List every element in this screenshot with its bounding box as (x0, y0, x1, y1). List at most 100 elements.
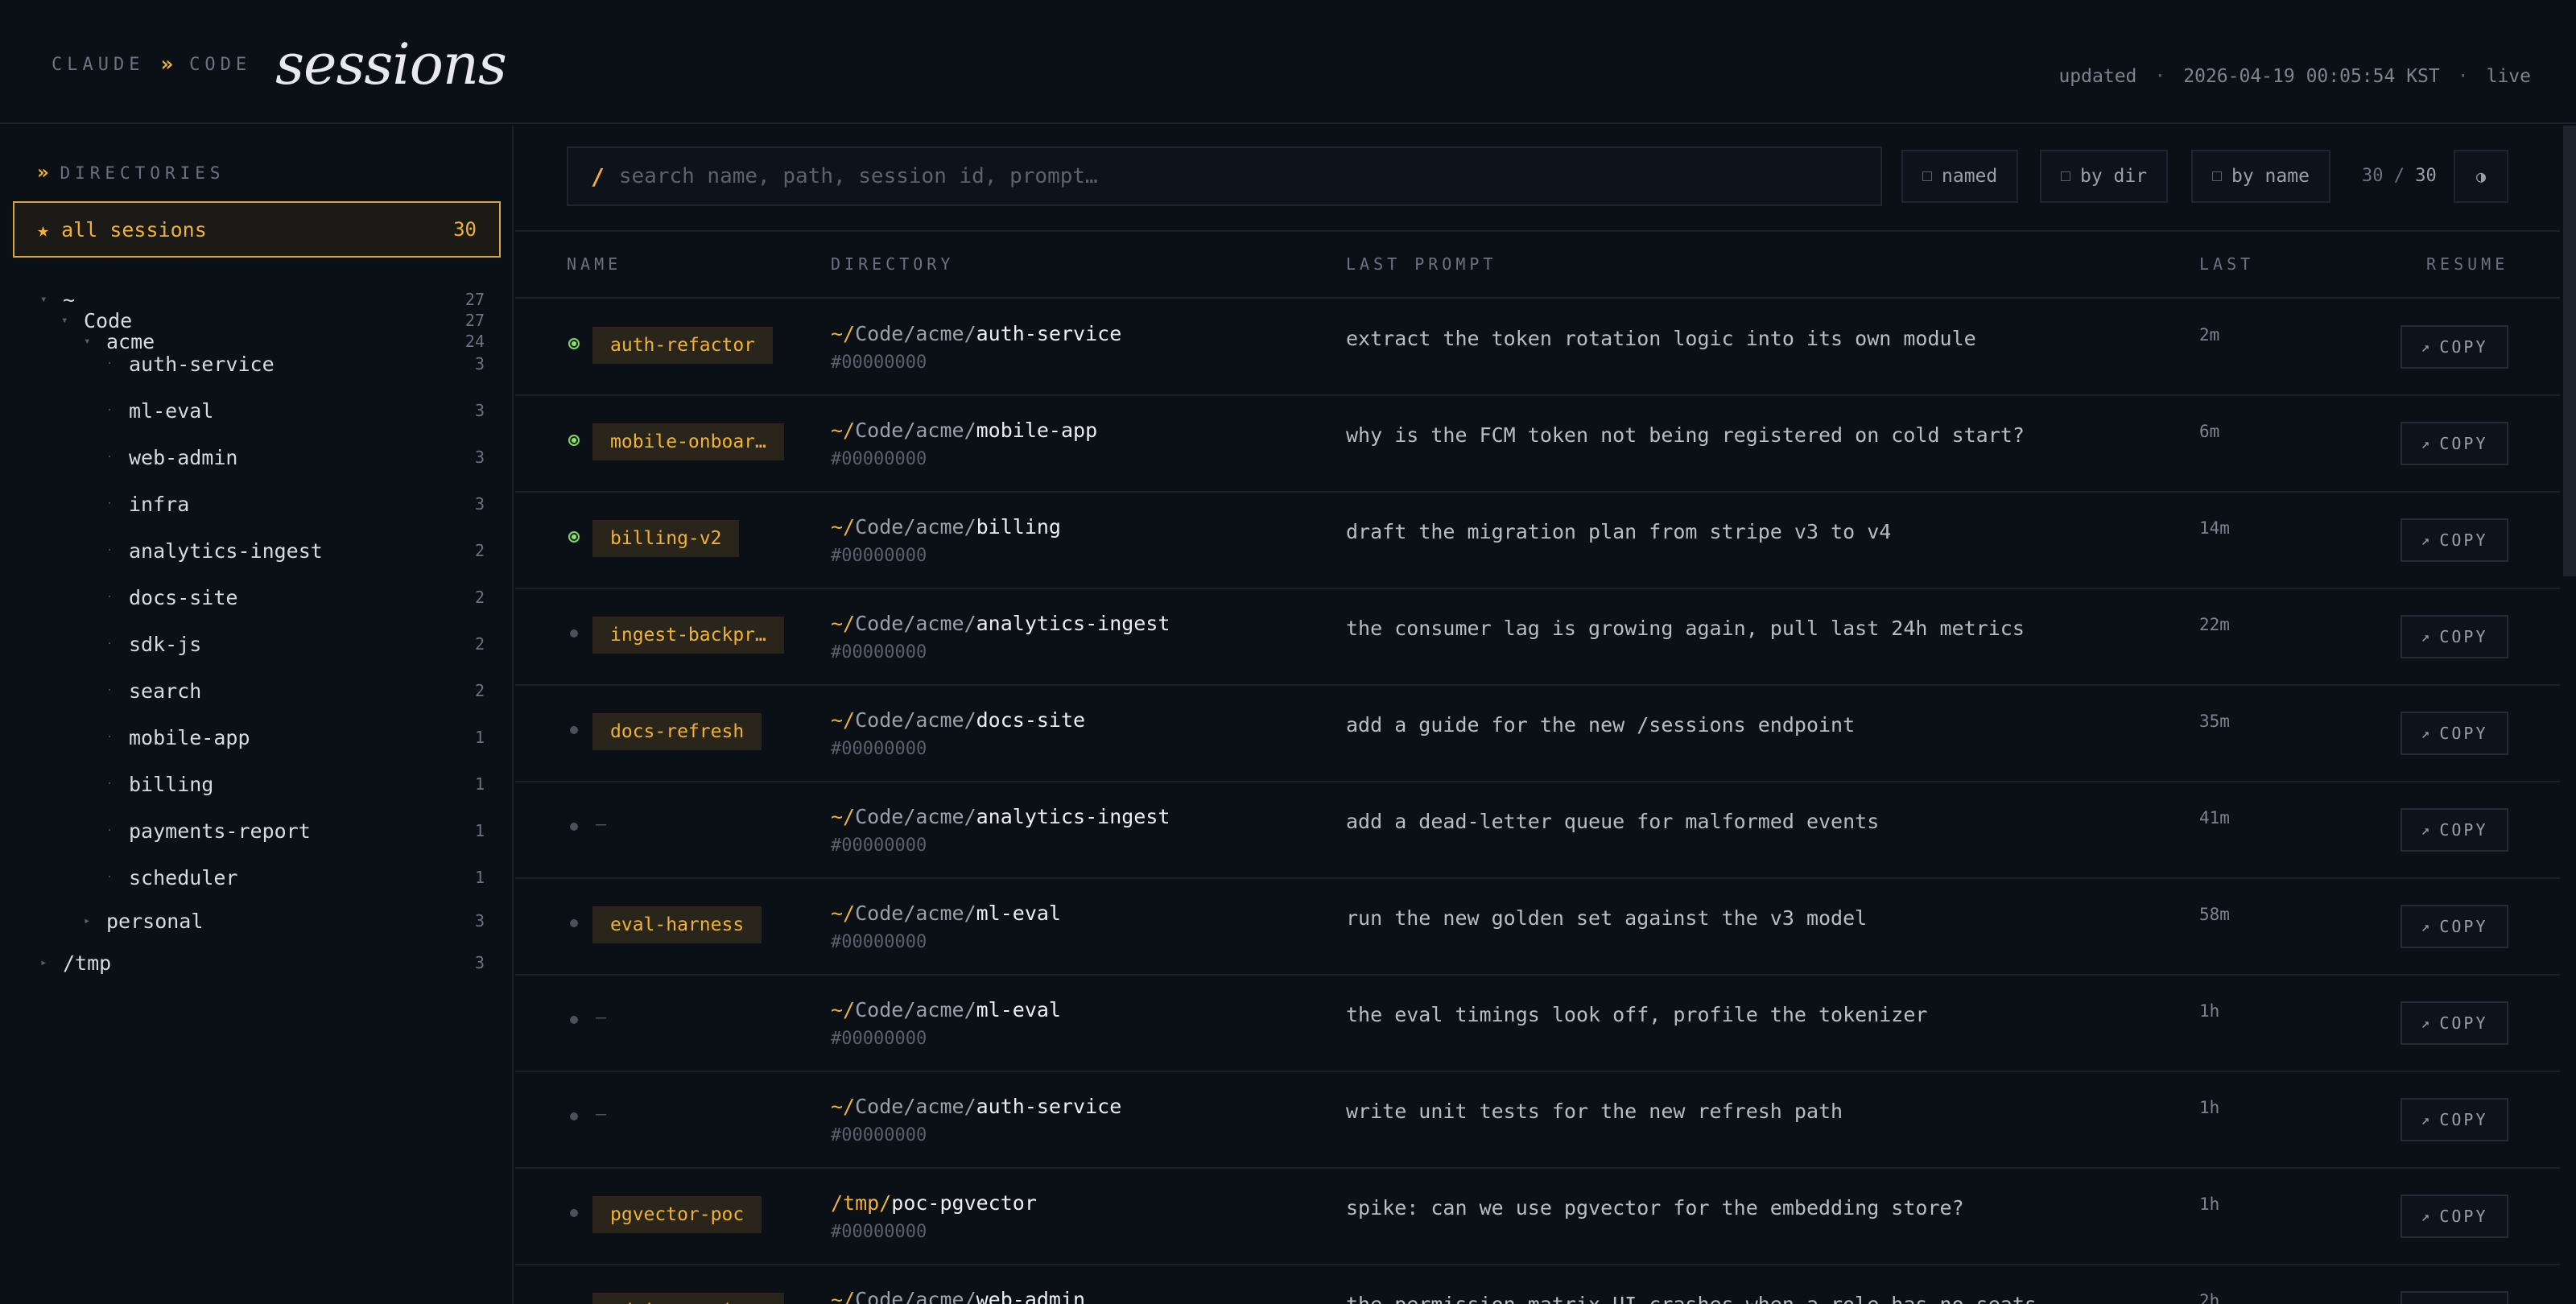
tree-item-count: 3 (474, 354, 485, 373)
session-directory[interactable]: ~/Code/acme/auth-service (831, 1095, 1121, 1118)
session-directory[interactable]: ~/Code/acme/analytics-ingest (831, 805, 1170, 828)
session-name-tag[interactable]: pgvector-poc (592, 1196, 762, 1233)
last-prompt: draft the migration plan from stripe v3 … (1346, 520, 1892, 543)
tree-item[interactable]: · search 2 (106, 675, 485, 707)
brand-crumb-claude[interactable]: CLAUDE (52, 55, 144, 75)
filter-label: by dir (2080, 166, 2148, 187)
session-name-tag[interactable]: docs-refresh (592, 713, 762, 750)
last-activity: 6m (2199, 422, 2220, 441)
tree-item[interactable]: · web-admin 3 (106, 441, 485, 473)
status-separator: · (2457, 66, 2469, 87)
path-leaf: ml-eval (976, 998, 1061, 1021)
session-row[interactable]: eval-harness ~/Code/acme/ml-eval #00000000… (515, 879, 2560, 976)
caret-down-icon: ▾ (84, 335, 91, 348)
copy-resume-button[interactable]: ↗COPY (2401, 808, 2508, 852)
tree-item-label: sdk-js (129, 632, 202, 656)
session-row[interactable]: billing-v2 ~/Code/acme/billing #00000000 dr… (515, 493, 2560, 589)
session-directory[interactable]: /tmp/poc-pgvector (831, 1191, 1037, 1215)
search-input[interactable]: / search name, path, session id, prompt… (567, 146, 1882, 206)
session-row[interactable]: admin-permiss…~/Code/acme/web-admin#0000… (515, 1265, 2560, 1304)
session-row[interactable]: — ~/Code/acme/auth-service #00000000 write … (515, 1072, 2560, 1169)
session-name-tag[interactable]: mobile-onboar… (592, 423, 784, 460)
column-header-name[interactable]: NAME (567, 254, 621, 274)
session-row[interactable]: — ~/Code/acme/ml-eval #00000000 the eval ti… (515, 976, 2560, 1072)
column-header-last-prompt[interactable]: LAST PROMPT (1346, 254, 1496, 274)
session-directory[interactable]: ~/Code/acme/auth-service (831, 322, 1121, 345)
bullet-icon: · (106, 871, 114, 884)
tree-item[interactable]: · infra 3 (106, 488, 485, 520)
session-directory[interactable]: ~/Code/acme/ml-eval (831, 902, 1061, 925)
path-middle: Code/acme/ (855, 902, 976, 925)
copy-resume-button[interactable]: ↗COPY (2401, 325, 2508, 369)
copy-resume-button[interactable]: ↗COPY (2401, 422, 2508, 465)
session-directory[interactable]: ~/Code/acme/docs-site (831, 708, 1085, 732)
status-dot-icon (570, 726, 578, 734)
tree-item[interactable]: · payments-report 1 (106, 815, 485, 847)
path-middle: Code/acme/ (855, 322, 976, 345)
tree-item-label: docs-site (129, 585, 238, 609)
tree-item[interactable]: · analytics-ingest 2 (106, 534, 485, 567)
tree-item[interactable]: · billing 1 (106, 768, 485, 800)
session-row[interactable]: mobile-onboar… ~/Code/acme/mobile-app #000… (515, 396, 2560, 493)
path-root: /tmp/ (831, 1191, 892, 1215)
tree-item-count: 1 (474, 774, 485, 794)
all-sessions-item[interactable]: ★ all sessions 30 (13, 201, 501, 258)
column-header-last[interactable]: LAST (2199, 254, 2254, 274)
session-directory[interactable]: ~/Code/acme/mobile-app (831, 419, 1097, 442)
tree-item[interactable]: · auth-service 3 (106, 348, 485, 380)
directory-sidebar: » DIRECTORIES ★ all sessions 30 ▾ ~27 ▾ Code… (0, 126, 514, 1304)
session-row[interactable]: auth-refactor ~/Code/acme/auth-service #00… (515, 299, 2560, 396)
session-name-tag[interactable]: admin-permiss… (592, 1293, 784, 1304)
caret-down-icon: ▾ (40, 293, 47, 306)
external-arrow-icon: ↗ (2421, 628, 2430, 646)
session-directory[interactable]: ~/Code/acme/analytics-ingest (831, 612, 1170, 635)
session-name-tag[interactable]: billing-v2 (592, 520, 740, 557)
session-row[interactable]: — ~/Code/acme/analytics-ingest #00000000 ad… (515, 782, 2560, 879)
theme-toggle-button[interactable]: ◑ (2454, 150, 2508, 203)
tree-item[interactable]: · scheduler 1 (106, 861, 485, 893)
tree-item[interactable]: ▸ personal 3 (84, 905, 485, 937)
brand-crumb-code[interactable]: CODE (189, 55, 251, 75)
column-header-directory[interactable]: DIRECTORY (831, 254, 954, 274)
copy-resume-button[interactable]: ↗COPY (2401, 615, 2508, 658)
copy-label: COPY (2439, 1207, 2488, 1226)
session-name-tag[interactable]: auth-refactor (592, 327, 774, 364)
session-row[interactable]: docs-refresh ~/Code/acme/docs-site #000000… (515, 686, 2560, 782)
bullet-icon: · (106, 544, 114, 557)
chevrons-icon: » (37, 161, 49, 184)
session-directory[interactable]: ~/Code/acme/web-admin (831, 1288, 1085, 1304)
copy-label: COPY (2439, 724, 2488, 743)
filter-by-name-toggle[interactable]: by name (2191, 150, 2330, 203)
session-directory[interactable]: ~/Code/acme/ml-eval (831, 998, 1061, 1021)
copy-resume-button[interactable]: ↗COPY (2401, 1195, 2508, 1238)
filter-by-dir-toggle[interactable]: by dir (2040, 150, 2169, 203)
session-row[interactable]: ingest-backpr… ~/Code/acme/analytics-inge… (515, 589, 2560, 686)
filter-named-toggle[interactable]: named (1901, 150, 2019, 203)
session-name-empty: — (596, 815, 607, 835)
session-id: #00000000 (831, 449, 927, 469)
session-row[interactable]: pgvector-poc/tmp/poc-pgvector #00000000 sp… (515, 1169, 2560, 1265)
copy-resume-button[interactable]: ↗COPY (2401, 518, 2508, 562)
bullet-icon: · (106, 684, 114, 697)
tree-item[interactable]: ▸ /tmp 3 (40, 947, 485, 979)
tree-item[interactable]: · ml-eval 3 (106, 394, 485, 427)
session-name-tag[interactable]: eval-harness (592, 906, 762, 943)
tree-item-label: web-admin (129, 445, 238, 469)
path-middle: Code/acme/ (855, 612, 976, 635)
breadcrumb-separator: » (160, 52, 174, 76)
tree-item[interactable]: · mobile-app 1 (106, 721, 485, 753)
copy-resume-button[interactable]: ↗COPY (2401, 905, 2508, 948)
tree-item-label: analytics-ingest (129, 539, 323, 563)
scrollbar-thumb[interactable] (2563, 126, 2576, 576)
tree-item-count: 2 (474, 634, 485, 654)
copy-resume-button[interactable]: ↗COPY (2401, 712, 2508, 755)
copy-resume-button[interactable]: ↗COPY (2401, 1291, 2508, 1304)
table-divider (515, 230, 2560, 232)
session-directory[interactable]: ~/Code/acme/billing (831, 515, 1061, 539)
session-name-tag[interactable]: ingest-backpr… (592, 617, 784, 654)
copy-resume-button[interactable]: ↗COPY (2401, 1098, 2508, 1141)
copy-resume-button[interactable]: ↗COPY (2401, 1001, 2508, 1045)
tree-item[interactable]: · sdk-js 2 (106, 628, 485, 660)
tree-item-label: billing (129, 772, 214, 796)
tree-item[interactable]: · docs-site 2 (106, 581, 485, 613)
